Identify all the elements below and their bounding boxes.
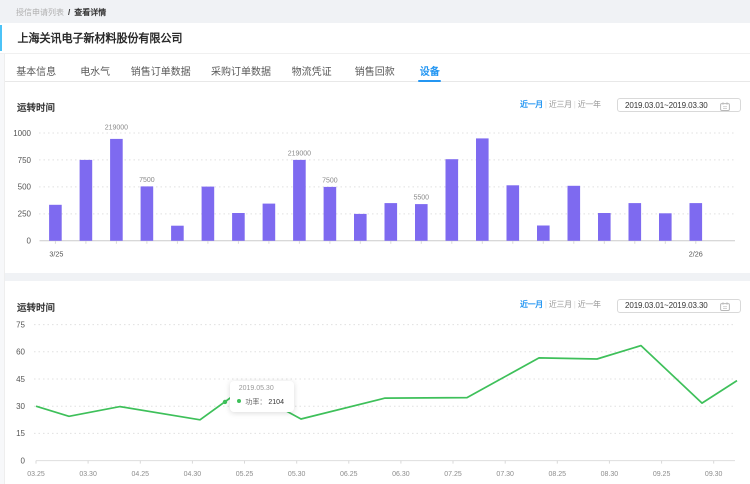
svg-text:09.25: 09.25 bbox=[653, 471, 671, 478]
svg-text:7500: 7500 bbox=[139, 177, 155, 184]
svg-text:75: 75 bbox=[16, 320, 25, 329]
svg-text:219000: 219000 bbox=[288, 150, 311, 157]
svg-text:07.30: 07.30 bbox=[496, 471, 514, 478]
svg-text:15: 15 bbox=[16, 429, 25, 438]
svg-text:04.25: 04.25 bbox=[132, 471, 150, 478]
svg-text:03.30: 03.30 bbox=[79, 471, 97, 478]
svg-text:07.25: 07.25 bbox=[444, 471, 462, 478]
svg-text:3/25: 3/25 bbox=[49, 250, 63, 259]
svg-text:08.25: 08.25 bbox=[549, 471, 567, 478]
svg-text:5500: 5500 bbox=[414, 195, 430, 202]
svg-text:04.30: 04.30 bbox=[184, 471, 202, 478]
svg-text:0: 0 bbox=[21, 456, 26, 465]
svg-text:09.30: 09.30 bbox=[705, 471, 723, 478]
svg-text:30: 30 bbox=[16, 402, 25, 411]
svg-text:06.25: 06.25 bbox=[340, 471, 358, 478]
svg-text:06.30: 06.30 bbox=[392, 471, 410, 478]
svg-text:500: 500 bbox=[18, 183, 32, 192]
svg-text:2/26: 2/26 bbox=[689, 250, 703, 259]
svg-text:03.25: 03.25 bbox=[27, 471, 45, 478]
svg-text:219000: 219000 bbox=[105, 124, 128, 131]
svg-text:05.25: 05.25 bbox=[236, 471, 254, 478]
svg-text:60: 60 bbox=[16, 348, 25, 357]
svg-text:7500: 7500 bbox=[322, 177, 338, 184]
svg-text:250: 250 bbox=[18, 210, 32, 219]
svg-text:08.30: 08.30 bbox=[601, 471, 619, 478]
svg-text:0: 0 bbox=[27, 237, 32, 246]
svg-text:1000: 1000 bbox=[13, 129, 31, 138]
svg-text:05.30: 05.30 bbox=[288, 471, 306, 478]
svg-text:750: 750 bbox=[18, 156, 32, 165]
svg-text:45: 45 bbox=[16, 375, 25, 384]
